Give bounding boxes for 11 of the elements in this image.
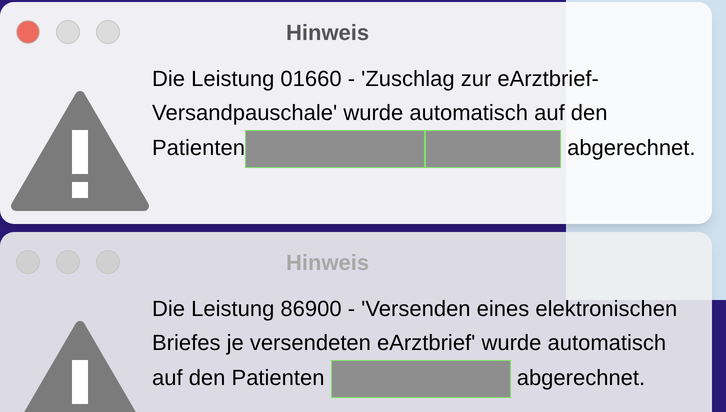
minimize-button[interactable] xyxy=(56,20,80,44)
minimize-button[interactable] xyxy=(56,250,80,274)
alert-message: Die Leistung 01660 - 'Zuschlag zur eArztbrief-Versandpauschale' wurde automatisch auf den Patienten abgerechnet. xyxy=(152,62,702,168)
zoom-button[interactable] xyxy=(96,250,120,274)
warning-icon xyxy=(10,90,150,212)
close-button[interactable] xyxy=(16,20,40,44)
dialog-title: Hinweis xyxy=(286,18,370,46)
close-button[interactable] xyxy=(16,250,40,274)
dialog-title: Hinweis xyxy=(286,248,370,276)
zoom-button[interactable] xyxy=(96,20,120,44)
alert-message: Die Leistung 86900 - 'Versenden eines elektronischen Briefes je versendeten eArztbrief' wurde automatisch auf den Patienten abgerechnet. xyxy=(152,292,702,398)
